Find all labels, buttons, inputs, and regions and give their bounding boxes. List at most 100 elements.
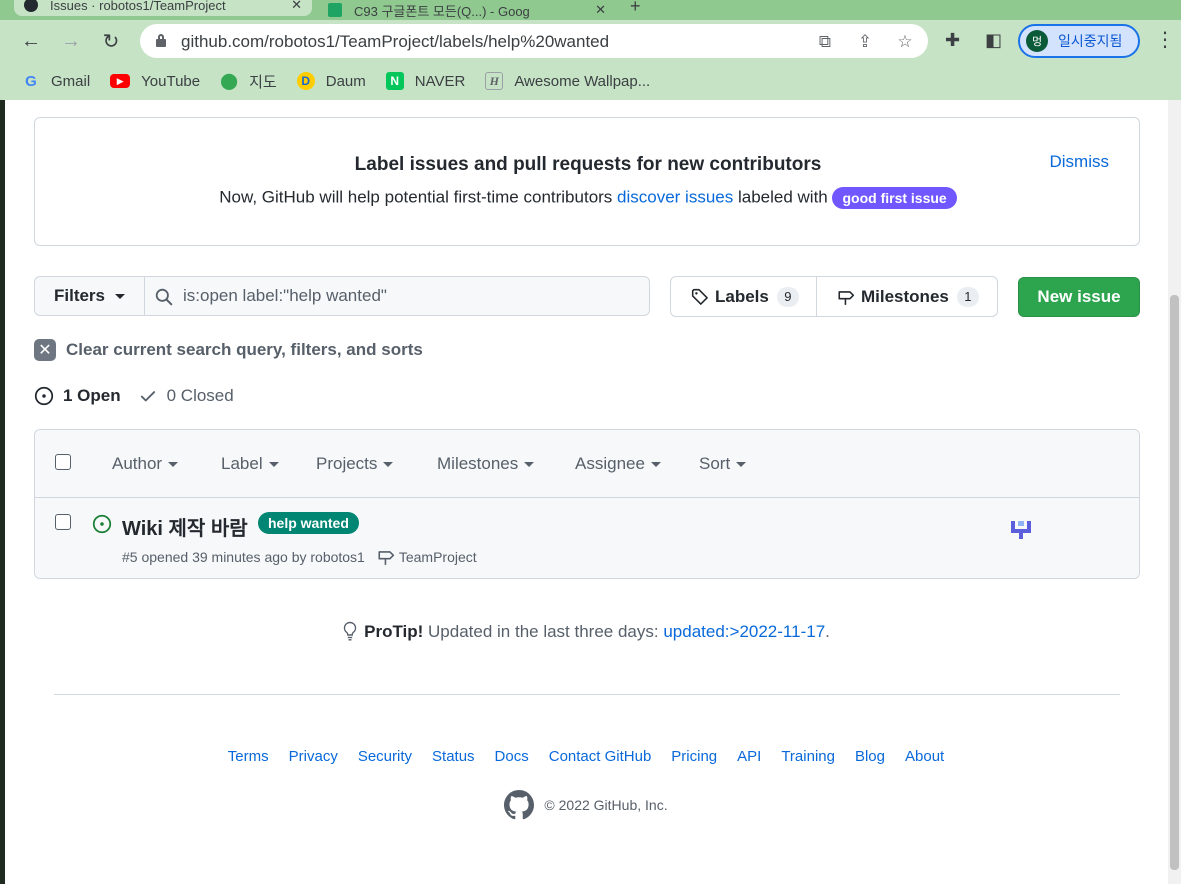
filter-label: Label: [221, 454, 263, 473]
search-icon: [155, 288, 173, 306]
lightbulb-icon: [343, 621, 357, 641]
github-logo-icon[interactable]: [504, 790, 535, 820]
footer-link-api[interactable]: API: [737, 748, 761, 765]
scrollbar-thumb[interactable]: [1170, 295, 1179, 870]
extensions-icon[interactable]: ✚: [945, 29, 960, 51]
filters-dropdown-button[interactable]: Filters: [35, 277, 145, 315]
help-wanted-label[interactable]: help wanted: [258, 512, 359, 534]
bookmark-star-icon[interactable]: ☆: [894, 31, 916, 53]
bookmark-maps[interactable]: ⬤ 지도: [220, 71, 277, 92]
footer-divider: [54, 694, 1120, 695]
footer-link-training[interactable]: Training: [781, 748, 835, 765]
page-scrollbar[interactable]: [1168, 100, 1181, 884]
bookmark-label: 지도: [249, 73, 277, 91]
filters-label: Filters: [53, 286, 106, 305]
milestones-filter-dropdown[interactable]: Milestones: [437, 454, 535, 474]
discover-issues-link[interactable]: discover issues: [617, 187, 733, 206]
share-icon[interactable]: ⇪: [854, 31, 876, 53]
tab-google-sheets[interactable]: C93 구글폰트 모든(Q...) - Goog ✕: [318, 0, 616, 20]
bookmark-naver[interactable]: N NAVER: [385, 72, 465, 90]
caret-down-icon: [115, 293, 126, 299]
assignee-avatar[interactable]: [1009, 517, 1033, 541]
footer-link-privacy[interactable]: Privacy: [289, 748, 338, 765]
tab-github-issues[interactable]: Issues · robotos1/TeamProject ✕: [14, 0, 312, 16]
clear-query-label: Clear current search query, filters, and…: [66, 340, 423, 359]
filter-label: Author: [112, 454, 163, 473]
bookmark-daum[interactable]: D Daum: [296, 72, 366, 90]
new-issue-button[interactable]: New issue: [1018, 277, 1140, 317]
youtube-icon: ▶: [110, 74, 131, 88]
footer-link-blog[interactable]: Blog: [855, 748, 885, 765]
banner-text: labeled with: [733, 187, 833, 207]
milestone-icon: [838, 290, 855, 305]
forward-icon[interactable]: →: [59, 29, 83, 53]
issue-row: Wiki 제작 바람 help wanted #5 opened 39 minu…: [35, 498, 1139, 578]
github-favicon-icon: [24, 0, 38, 12]
profile-button[interactable]: 멍 일시중지됨: [1018, 24, 1140, 58]
labels-nav-link[interactable]: Labels 9: [671, 277, 817, 316]
sheets-favicon-icon: [328, 3, 342, 17]
protip-query-link[interactable]: updated:>2022-11-17: [663, 622, 825, 641]
maps-icon: ⬤: [220, 73, 239, 90]
tab-close-icon[interactable]: ✕: [595, 2, 606, 18]
footer-link-about[interactable]: About: [905, 748, 944, 765]
banner-text: Now, GitHub will help potential first-ti…: [219, 187, 618, 207]
bookmark-youtube[interactable]: ▶ YouTube: [110, 73, 200, 90]
bookmark-gmail[interactable]: G Gmail: [22, 72, 90, 90]
issue-title-link[interactable]: Wiki 제작 바람: [122, 512, 248, 541]
issue-select-checkbox[interactable]: [55, 514, 71, 530]
author-filter-dropdown[interactable]: Author: [112, 454, 179, 474]
daum-icon: D: [296, 72, 315, 90]
issue-state-toggle: 1 Open 0 Closed: [34, 386, 234, 406]
address-bar[interactable]: github.com/robotos1/TeamProject/labels/h…: [140, 24, 928, 58]
tab-close-icon[interactable]: ✕: [291, 0, 302, 13]
issue-search-input[interactable]: [183, 279, 643, 313]
reload-icon[interactable]: ↻: [99, 29, 123, 53]
back-icon[interactable]: ←: [19, 29, 43, 53]
caret-down-icon: [168, 462, 179, 468]
copyright-text: © 2022 GitHub, Inc.: [544, 797, 668, 813]
lock-icon: [156, 34, 166, 47]
footer-link-security[interactable]: Security: [358, 748, 412, 765]
page-content: Label issues and pull requests for new c…: [0, 100, 1181, 884]
bookmark-label: Awesome Wallpap...: [514, 72, 651, 90]
milestones-nav-link[interactable]: Milestones 1: [817, 277, 979, 316]
new-tab-icon[interactable]: +: [630, 0, 641, 17]
footer-link-terms[interactable]: Terms: [228, 748, 269, 765]
label-filter-dropdown[interactable]: Label: [221, 454, 279, 474]
issues-list-header: Author Label Projects Milestones Assigne…: [35, 430, 1139, 498]
clear-query-link[interactable]: ✕ Clear current search query, filters, a…: [34, 339, 423, 361]
address-url[interactable]: github.com/robotos1/TeamProject/labels/h…: [181, 32, 609, 52]
issue-milestone-link[interactable]: TeamProject: [377, 548, 477, 566]
assignee-filter-dropdown[interactable]: Assignee: [575, 454, 661, 474]
footer-link-docs[interactable]: Docs: [495, 748, 529, 765]
select-all-checkbox[interactable]: [55, 454, 71, 470]
footer-link-pricing[interactable]: Pricing: [671, 748, 717, 765]
check-icon: [140, 391, 155, 402]
dismiss-button[interactable]: Dismiss: [1050, 152, 1110, 172]
sort-dropdown[interactable]: Sort: [699, 454, 747, 474]
protip-prefix: ProTip!: [364, 622, 424, 641]
protip-text: Updated in the last three days:: [423, 622, 664, 641]
translate-icon[interactable]: ⧉: [814, 31, 836, 53]
open-count-label: 1 Open: [63, 386, 121, 405]
caret-down-icon: [736, 462, 747, 468]
side-panel-icon[interactable]: ◧: [985, 29, 1002, 51]
projects-filter-dropdown[interactable]: Projects: [316, 454, 394, 474]
naver-icon: N: [385, 72, 404, 90]
open-issues-link[interactable]: 1 Open: [34, 386, 121, 406]
bookmark-awesome-wallpapers[interactable]: H Awesome Wallpap...: [485, 72, 650, 90]
labels-nav-label: Labels: [715, 286, 769, 306]
milestone-label: TeamProject: [398, 549, 477, 565]
filter-label: Projects: [316, 454, 378, 473]
milestone-icon: [378, 551, 394, 565]
tag-icon: [691, 288, 708, 305]
closed-issues-link[interactable]: 0 Closed: [139, 386, 234, 406]
browser-menu-icon[interactable]: ⋮: [1155, 28, 1175, 52]
protip: ProTip! Updated in the last three days: …: [0, 621, 1172, 642]
milestones-nav-label: Milestones: [861, 286, 949, 306]
good-first-issue-label[interactable]: good first issue: [832, 187, 957, 209]
footer-link-contact[interactable]: Contact GitHub: [549, 748, 652, 765]
milestones-count: 1: [956, 286, 979, 307]
footer-link-status[interactable]: Status: [432, 748, 475, 765]
